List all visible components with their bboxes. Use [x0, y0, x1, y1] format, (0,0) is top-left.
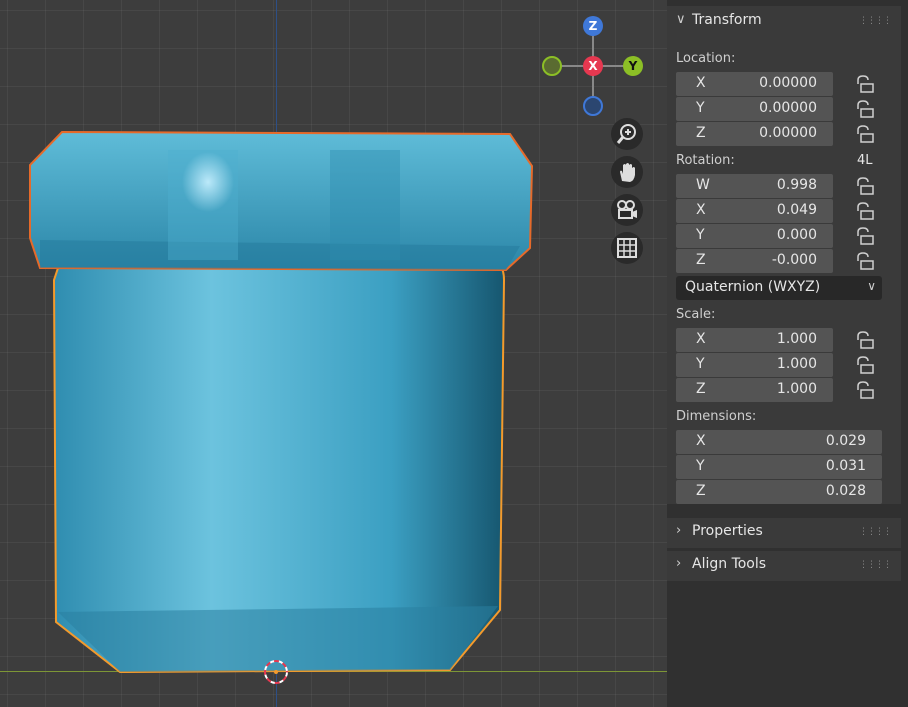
- rotation-y-field[interactable]: Y 0.000: [676, 224, 833, 248]
- camera-icon: [617, 200, 637, 219]
- lock-icon[interactable]: [854, 381, 874, 399]
- scale-z-field[interactable]: Z 1.000: [676, 378, 833, 402]
- gizmo-neg-z-axis[interactable]: [583, 96, 603, 116]
- rotation-mode-dropdown[interactable]: Quaternion (WXYZ) ∨: [676, 276, 882, 300]
- lock-icon[interactable]: [854, 202, 874, 220]
- align-tools-header[interactable]: › Align Tools ⋮⋮⋮⋮: [667, 551, 901, 581]
- dimensions-x-field[interactable]: X 0.029: [676, 430, 882, 454]
- chevron-down-icon: ∨: [867, 279, 876, 293]
- properties-title: Properties: [692, 523, 763, 539]
- location-z-field[interactable]: Z 0.00000: [676, 122, 833, 146]
- gizmo-y-axis[interactable]: Y: [623, 56, 643, 76]
- chevron-right-icon: ›: [676, 556, 682, 571]
- transform-header[interactable]: ∨ Transform ⋮⋮⋮⋮: [667, 7, 901, 37]
- pan-button[interactable]: [611, 156, 643, 188]
- drag-grip-icon[interactable]: ⋮⋮⋮⋮: [859, 560, 892, 570]
- gizmo-neg-y-axis[interactable]: [542, 56, 562, 76]
- transform-title: Transform: [692, 12, 762, 28]
- chevron-down-icon: ∨: [676, 12, 686, 27]
- rotation-z-field[interactable]: Z -0.000: [676, 249, 833, 273]
- dimensions-label: Dimensions:: [676, 409, 757, 424]
- gizmo-x-axis[interactable]: X: [583, 56, 603, 76]
- lock-icon[interactable]: [854, 100, 874, 118]
- lock-icon[interactable]: [854, 227, 874, 245]
- lock-icon[interactable]: [854, 252, 874, 270]
- rotation-label: Rotation:: [676, 153, 735, 168]
- grid-icon: [617, 238, 637, 258]
- dimensions-z-field[interactable]: Z 0.028: [676, 480, 882, 504]
- location-y-field[interactable]: Y 0.00000: [676, 97, 833, 121]
- lock-icon[interactable]: [854, 125, 874, 143]
- lock-icon[interactable]: [854, 177, 874, 195]
- scale-y-field[interactable]: Y 1.000: [676, 353, 833, 377]
- drag-grip-icon[interactable]: ⋮⋮⋮⋮: [859, 16, 892, 26]
- dimensions-y-field[interactable]: Y 0.031: [676, 455, 882, 479]
- location-x-field[interactable]: X 0.00000: [676, 72, 833, 96]
- rotation-x-field[interactable]: X 0.049: [676, 199, 833, 223]
- location-label: Location:: [676, 51, 736, 66]
- camera-view-button[interactable]: [611, 194, 643, 226]
- rotation-w-field[interactable]: W 0.998: [676, 174, 833, 198]
- zoom-icon: [616, 124, 636, 144]
- ortho-toggle-button[interactable]: [611, 232, 643, 264]
- gizmo-z-axis[interactable]: Z: [583, 16, 603, 36]
- scale-label: Scale:: [676, 307, 716, 322]
- drag-grip-icon[interactable]: ⋮⋮⋮⋮: [859, 527, 892, 537]
- scale-x-field[interactable]: X 1.000: [676, 328, 833, 352]
- zoom-button[interactable]: [611, 118, 643, 150]
- hand-icon: [620, 163, 635, 182]
- properties-header[interactable]: › Properties ⋮⋮⋮⋮: [667, 518, 901, 548]
- lock-icon[interactable]: [854, 356, 874, 374]
- chevron-right-icon: ›: [676, 523, 682, 538]
- rotation-4l-toggle[interactable]: 4L: [857, 153, 873, 168]
- sidebar-panel: ∨ Transform ⋮⋮⋮⋮ Location: X 0.00000 Y 0.0…: [667, 0, 908, 707]
- align-tools-title: Align Tools: [692, 556, 767, 572]
- lock-icon[interactable]: [854, 331, 874, 349]
- lock-icon[interactable]: [854, 75, 874, 93]
